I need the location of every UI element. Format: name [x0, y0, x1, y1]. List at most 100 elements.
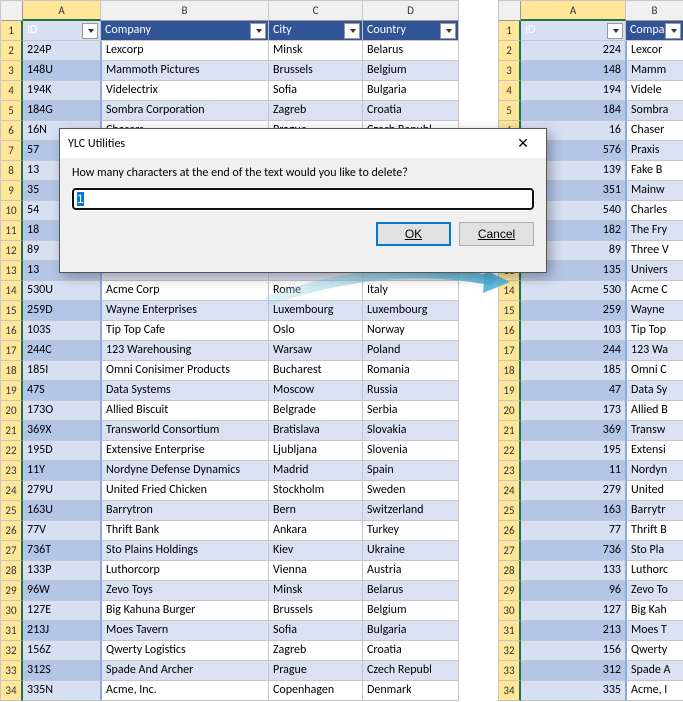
cell-id[interactable]: 369X — [23, 421, 101, 441]
cell-company[interactable]: Transw — [625, 421, 683, 441]
cell-id[interactable]: 195 — [521, 441, 626, 461]
cell-company[interactable]: Mamm — [625, 61, 683, 81]
cell-company[interactable]: Thrift Bank — [100, 521, 269, 541]
cell-company[interactable]: Tip Top — [625, 321, 683, 341]
row-header[interactable]: 31 — [499, 621, 521, 641]
cell-id[interactable]: 244 — [521, 341, 626, 361]
cell-country[interactable]: Poland — [363, 341, 459, 361]
cell-id[interactable]: 127E — [23, 601, 101, 621]
row-header[interactable]: 17 — [499, 341, 521, 361]
cell-company[interactable]: Qwerty Logistics — [100, 641, 269, 661]
cell-country[interactable]: Czech Republ — [363, 661, 459, 681]
row-header[interactable]: 2 — [1, 41, 23, 61]
cell-country[interactable]: Romania — [363, 361, 459, 381]
cell-city[interactable]: Brussels — [269, 61, 363, 81]
dialog-titlebar[interactable]: YLC Utilities ✕ — [60, 129, 546, 158]
row-header[interactable]: 6 — [1, 121, 23, 141]
cell-id[interactable]: 173O — [23, 401, 101, 421]
cell-company[interactable]: Mammoth Pictures — [100, 61, 269, 81]
cell-company[interactable]: Qwerty — [625, 641, 683, 661]
cell-city[interactable]: Ljubljana — [269, 441, 363, 461]
cell-city[interactable]: Sofia — [269, 81, 363, 101]
cell-id[interactable]: 279U — [23, 481, 101, 501]
cell-company[interactable]: Videle — [625, 81, 683, 101]
cell-country[interactable]: Croatia — [363, 641, 459, 661]
row-header[interactable]: 4 — [499, 81, 521, 101]
row-header[interactable]: 24 — [499, 481, 521, 501]
cell-company[interactable]: United Fried Chicken — [100, 481, 269, 501]
cell-country[interactable]: Belgium — [363, 601, 459, 621]
cell-country[interactable]: Denmark — [363, 681, 459, 701]
cell-id[interactable]: 213 — [521, 621, 626, 641]
row-header[interactable]: 13 — [1, 261, 23, 281]
cell-company[interactable]: Data Systems — [100, 381, 269, 401]
cell-company[interactable]: Allied Biscuit — [100, 401, 269, 421]
cell-company[interactable]: Thrift B — [625, 521, 683, 541]
cell-city[interactable]: Rome — [269, 281, 363, 301]
cell-company[interactable]: 123 Wa — [625, 341, 683, 361]
row-header[interactable]: 32 — [499, 641, 521, 661]
cell-id[interactable]: 312 — [521, 661, 626, 681]
cell-company[interactable]: Moes T — [625, 621, 683, 641]
row-header[interactable]: 1 — [1, 21, 23, 41]
cell-company[interactable]: Three V — [625, 241, 683, 261]
row-header[interactable]: 16 — [499, 321, 521, 341]
col-header-A[interactable]: A — [521, 1, 626, 21]
row-header[interactable]: 30 — [499, 601, 521, 621]
row-header[interactable]: 1 — [499, 21, 521, 41]
cell-id[interactable]: 103S — [23, 321, 101, 341]
cell-city[interactable]: Madrid — [269, 461, 363, 481]
row-header[interactable]: 34 — [499, 681, 521, 701]
cell-company[interactable]: Transworld Consortium — [100, 421, 269, 441]
cell-company[interactable]: Extensive Enterprise — [100, 441, 269, 461]
row-header[interactable]: 29 — [1, 581, 23, 601]
cell-id[interactable]: 244C — [23, 341, 101, 361]
table-header[interactable]: City — [269, 21, 363, 41]
cell-company[interactable]: Videlectrix — [100, 81, 269, 101]
cell-country[interactable]: Bulgaria — [363, 81, 459, 101]
row-header[interactable]: 34 — [1, 681, 23, 701]
row-header[interactable]: 23 — [499, 461, 521, 481]
cell-company[interactable]: Sto Pla — [625, 541, 683, 561]
cell-company[interactable]: The Fry — [625, 221, 683, 241]
row-header[interactable]: 19 — [1, 381, 23, 401]
cell-id[interactable]: 279 — [521, 481, 626, 501]
col-header-B[interactable]: B — [101, 1, 269, 21]
cell-company[interactable]: 123 Warehousing — [100, 341, 269, 361]
cell-country[interactable]: Luxembourg — [363, 301, 459, 321]
row-header[interactable]: 26 — [1, 521, 23, 541]
cell-company[interactable]: Zevo Toys — [100, 581, 269, 601]
cell-id[interactable]: 47S — [23, 381, 101, 401]
cell-city[interactable]: Sofia — [269, 621, 363, 641]
col-header-C[interactable]: C — [269, 1, 363, 21]
row-header[interactable]: 5 — [1, 101, 23, 121]
row-header[interactable]: 5 — [499, 101, 521, 121]
cell-id[interactable]: 736T — [23, 541, 101, 561]
cell-id[interactable]: 312S — [23, 661, 101, 681]
row-header[interactable]: 18 — [1, 361, 23, 381]
cell-company[interactable]: Zevo To — [625, 581, 683, 601]
row-header[interactable]: 20 — [499, 401, 521, 421]
cell-id[interactable]: 530 — [521, 281, 626, 301]
cell-country[interactable]: Austria — [363, 561, 459, 581]
cell-id[interactable]: 156 — [521, 641, 626, 661]
row-header[interactable]: 29 — [499, 581, 521, 601]
ok-button[interactable]: OK — [376, 222, 451, 246]
cell-city[interactable]: Prague — [269, 661, 363, 681]
cell-country[interactable]: Italy — [363, 281, 459, 301]
row-header[interactable]: 15 — [1, 301, 23, 321]
cell-company[interactable]: Spade And Archer — [100, 661, 269, 681]
row-header[interactable]: 9 — [1, 181, 23, 201]
cell-id[interactable]: 47 — [521, 381, 626, 401]
cell-company[interactable]: Lexcorp — [100, 41, 269, 61]
cell-company[interactable]: Luthorcorp — [100, 561, 269, 581]
cell-id[interactable]: 259D — [23, 301, 101, 321]
row-header[interactable]: 26 — [499, 521, 521, 541]
cell-company[interactable]: Mainw — [625, 181, 683, 201]
row-header[interactable]: 14 — [1, 281, 23, 301]
cell-company[interactable]: Acme, I — [625, 681, 683, 701]
cell-id[interactable]: 96 — [521, 581, 626, 601]
cell-country[interactable]: Turkey — [363, 521, 459, 541]
cell-city[interactable]: Copenhagen — [269, 681, 363, 701]
cell-country[interactable]: Ukraine — [363, 541, 459, 561]
